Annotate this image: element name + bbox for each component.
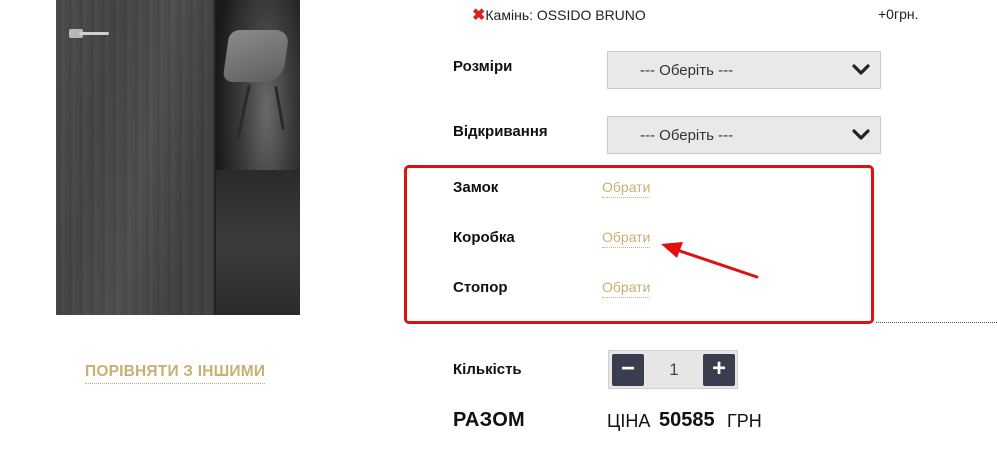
remove-x-icon[interactable]: ✖ xyxy=(472,7,485,24)
price-currency: ГРН xyxy=(727,411,762,431)
dotted-separator xyxy=(876,322,997,323)
stopper-choose-link[interactable]: Обрати xyxy=(602,279,651,298)
stone-option: ✖Камінь: OSSIDO BRUNO xyxy=(472,5,646,25)
sizes-label: Розміри xyxy=(453,58,513,75)
quantity-input[interactable]: 1 xyxy=(663,360,685,380)
room-floor xyxy=(216,170,300,315)
lock-label: Замок xyxy=(453,179,499,196)
opening-select[interactable]: --- Оберіть --- xyxy=(607,116,881,154)
sizes-select[interactable]: --- Оберіть --- xyxy=(607,51,881,89)
stone-option-price: +0грн. xyxy=(878,6,919,22)
quantity-stepper: − 1 + xyxy=(608,350,738,389)
door-handle xyxy=(69,29,109,38)
lock-choose-link[interactable]: Обрати xyxy=(602,179,651,198)
total-label: РАЗОМ xyxy=(453,409,526,431)
chevron-down-icon xyxy=(852,129,870,140)
chair xyxy=(222,30,290,82)
price-value: 50585 xyxy=(659,409,715,431)
increment-button[interactable]: + xyxy=(703,354,735,386)
price-label: ЦІНА xyxy=(607,411,651,431)
compare-link[interactable]: ПОРІВНЯТИ З ІНШИМИ xyxy=(85,363,266,384)
sizes-select-value: --- Оберіть --- xyxy=(640,62,734,79)
decrement-button[interactable]: − xyxy=(612,354,644,386)
stone-option-text: Камінь: OSSIDO BRUNO xyxy=(485,7,646,23)
opening-label: Відкривання xyxy=(453,123,548,140)
product-image[interactable] xyxy=(56,0,300,315)
chevron-down-icon xyxy=(852,64,870,75)
frame-label: Коробка xyxy=(453,229,515,246)
door-panel-image xyxy=(56,0,214,315)
frame-choose-link[interactable]: Обрати xyxy=(602,229,651,248)
annotation-arrow-icon xyxy=(661,242,759,279)
quantity-label: Кількість xyxy=(453,361,522,378)
opening-select-value: --- Оберіть --- xyxy=(640,127,734,144)
stopper-label: Стопор xyxy=(453,279,508,296)
